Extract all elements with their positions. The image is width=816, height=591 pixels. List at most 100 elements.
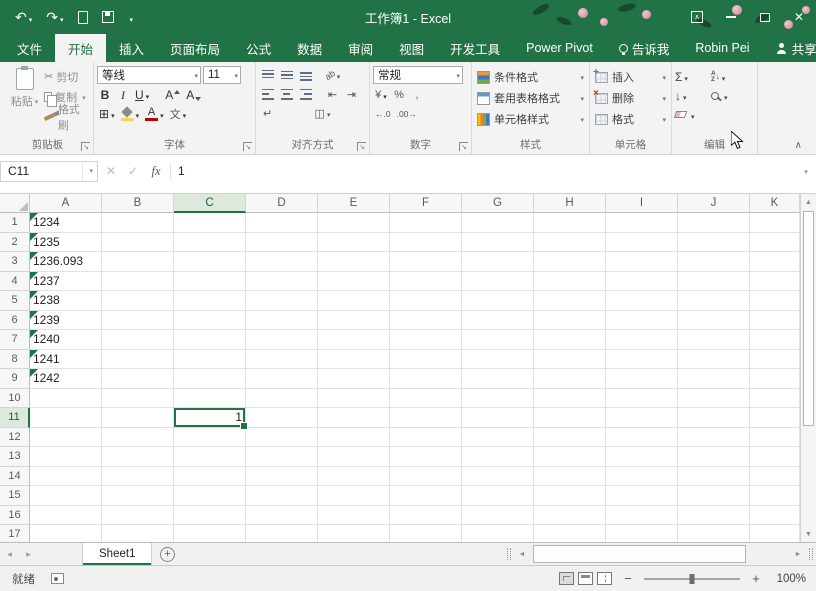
cell-I9[interactable] <box>606 369 678 389</box>
cell-B13[interactable] <box>102 447 174 467</box>
cell-E1[interactable] <box>318 213 390 233</box>
tab-page-layout[interactable]: 页面布局 <box>157 34 233 62</box>
column-header-G[interactable]: G <box>462 194 534 213</box>
align-top-button[interactable] <box>259 67 276 83</box>
cell-H5[interactable] <box>534 291 606 311</box>
scroll-down-arrow[interactable]: ▼ <box>801 526 816 542</box>
row-header-16[interactable]: 16 <box>0 506 30 526</box>
cell-F15[interactable] <box>390 486 462 506</box>
column-header-E[interactable]: E <box>318 194 390 213</box>
cell-H10[interactable] <box>534 389 606 409</box>
format-cells-button[interactable]: 格式 <box>593 109 668 129</box>
cell-H15[interactable] <box>534 486 606 506</box>
cell-K9[interactable] <box>750 369 800 389</box>
share-button[interactable]: 共享 <box>763 34 816 62</box>
horizontal-scroll-thumb[interactable] <box>533 545 746 563</box>
zoom-level-label[interactable]: 100% <box>772 573 806 585</box>
font-color-button[interactable]: A <box>143 106 166 122</box>
cell-J4[interactable] <box>678 272 750 292</box>
cell-E2[interactable] <box>318 233 390 253</box>
number-dialog-launcher[interactable] <box>459 142 468 151</box>
row-header-8[interactable]: 8 <box>0 350 30 370</box>
cancel-button[interactable]: ✕ <box>100 164 122 178</box>
cell-A16[interactable] <box>30 506 102 526</box>
accounting-format-button[interactable]: ¥ <box>373 87 389 103</box>
cell-G17[interactable] <box>462 525 534 542</box>
cell-G12[interactable] <box>462 428 534 448</box>
cell-G8[interactable] <box>462 350 534 370</box>
comma-style-button[interactable]: , <box>409 87 425 103</box>
cell-G5[interactable] <box>462 291 534 311</box>
cell-B11[interactable] <box>102 408 174 428</box>
close-button[interactable]: ✕ <box>782 0 816 34</box>
cell-J15[interactable] <box>678 486 750 506</box>
cell-D2[interactable] <box>246 233 318 253</box>
cell-J1[interactable] <box>678 213 750 233</box>
clear-button[interactable] <box>675 108 711 122</box>
cell-E14[interactable] <box>318 467 390 487</box>
phonetic-guide-button[interactable]: 文 <box>168 106 189 122</box>
cell-G13[interactable] <box>462 447 534 467</box>
cell-K1[interactable] <box>750 213 800 233</box>
cell-F7[interactable] <box>390 330 462 350</box>
cut-button[interactable]: ✂剪切 <box>44 69 90 84</box>
cell-K4[interactable] <box>750 272 800 292</box>
cell-B4[interactable] <box>102 272 174 292</box>
cell-I1[interactable] <box>606 213 678 233</box>
cell-C2[interactable] <box>174 233 246 253</box>
cell-D5[interactable] <box>246 291 318 311</box>
horizontal-scrollbar[interactable]: ◄ ► <box>514 543 806 565</box>
cell-D12[interactable] <box>246 428 318 448</box>
cell-J6[interactable] <box>678 311 750 331</box>
cell-K14[interactable] <box>750 467 800 487</box>
cell-F12[interactable] <box>390 428 462 448</box>
cell-J7[interactable] <box>678 330 750 350</box>
column-header-B[interactable]: B <box>102 194 174 213</box>
cell-K11[interactable] <box>750 408 800 428</box>
row-header-15[interactable]: 15 <box>0 486 30 506</box>
cell-C11[interactable]: 1 <box>174 408 246 428</box>
format-painter-button[interactable]: 格式刷 <box>44 109 90 124</box>
zoom-in-button[interactable]: + <box>749 571 763 586</box>
cell-I16[interactable] <box>606 506 678 526</box>
cell-A14[interactable] <box>30 467 102 487</box>
cell-I5[interactable] <box>606 291 678 311</box>
row-header-13[interactable]: 13 <box>0 447 30 467</box>
tab-file[interactable]: 文件 <box>4 34 55 62</box>
alignment-dialog-launcher[interactable] <box>357 142 366 151</box>
row-header-17[interactable]: 17 <box>0 525 30 542</box>
cell-B2[interactable] <box>102 233 174 253</box>
cell-J12[interactable] <box>678 428 750 448</box>
cell-I13[interactable] <box>606 447 678 467</box>
cell-K3[interactable] <box>750 252 800 272</box>
number-format-combo[interactable]: 常规 <box>373 66 463 84</box>
cell-F14[interactable] <box>390 467 462 487</box>
insert-cells-button[interactable]: 插入 <box>593 67 668 87</box>
cell-G11[interactable] <box>462 408 534 428</box>
cell-E15[interactable] <box>318 486 390 506</box>
bold-button[interactable]: B <box>97 87 113 103</box>
tab-scroll-splitter[interactable] <box>504 543 514 565</box>
cell-K10[interactable] <box>750 389 800 409</box>
row-header-6[interactable]: 6 <box>0 311 30 331</box>
cell-H1[interactable] <box>534 213 606 233</box>
row-header-10[interactable]: 10 <box>0 389 30 409</box>
align-left-button[interactable] <box>259 86 276 102</box>
cell-C4[interactable] <box>174 272 246 292</box>
enter-button[interactable]: ✓ <box>122 164 144 178</box>
fill-color-button[interactable] <box>119 106 142 122</box>
scroll-up-arrow[interactable]: ▲ <box>801 194 816 210</box>
format-as-table-button[interactable]: 套用表格格式 <box>475 88 586 108</box>
cell-B6[interactable] <box>102 311 174 331</box>
italic-button[interactable]: I <box>115 87 131 103</box>
cell-J13[interactable] <box>678 447 750 467</box>
cell-H11[interactable] <box>534 408 606 428</box>
cell-A10[interactable] <box>30 389 102 409</box>
cell-D14[interactable] <box>246 467 318 487</box>
row-header-12[interactable]: 12 <box>0 428 30 448</box>
cell-I12[interactable] <box>606 428 678 448</box>
cell-H14[interactable] <box>534 467 606 487</box>
cell-J3[interactable] <box>678 252 750 272</box>
underline-button[interactable]: U <box>133 87 151 103</box>
cell-F4[interactable] <box>390 272 462 292</box>
